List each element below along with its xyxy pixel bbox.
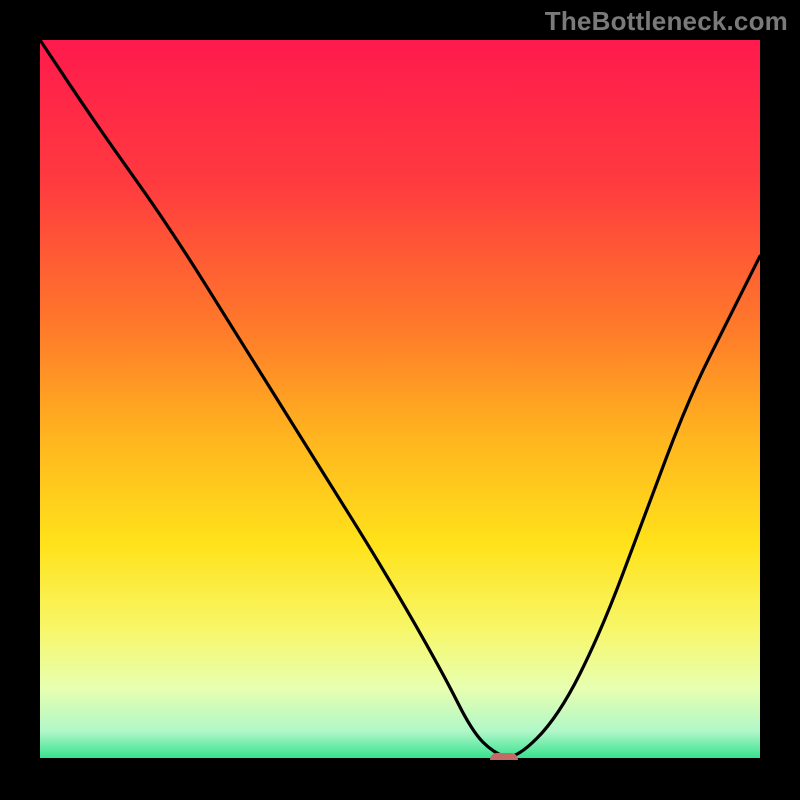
- optimum-marker: [490, 753, 518, 760]
- chart-plot-area: [40, 40, 760, 760]
- chart-svg: [40, 40, 760, 760]
- chart-background: [40, 40, 760, 760]
- chart-frame: TheBottleneck.com: [0, 0, 800, 800]
- attribution-text: TheBottleneck.com: [545, 6, 788, 37]
